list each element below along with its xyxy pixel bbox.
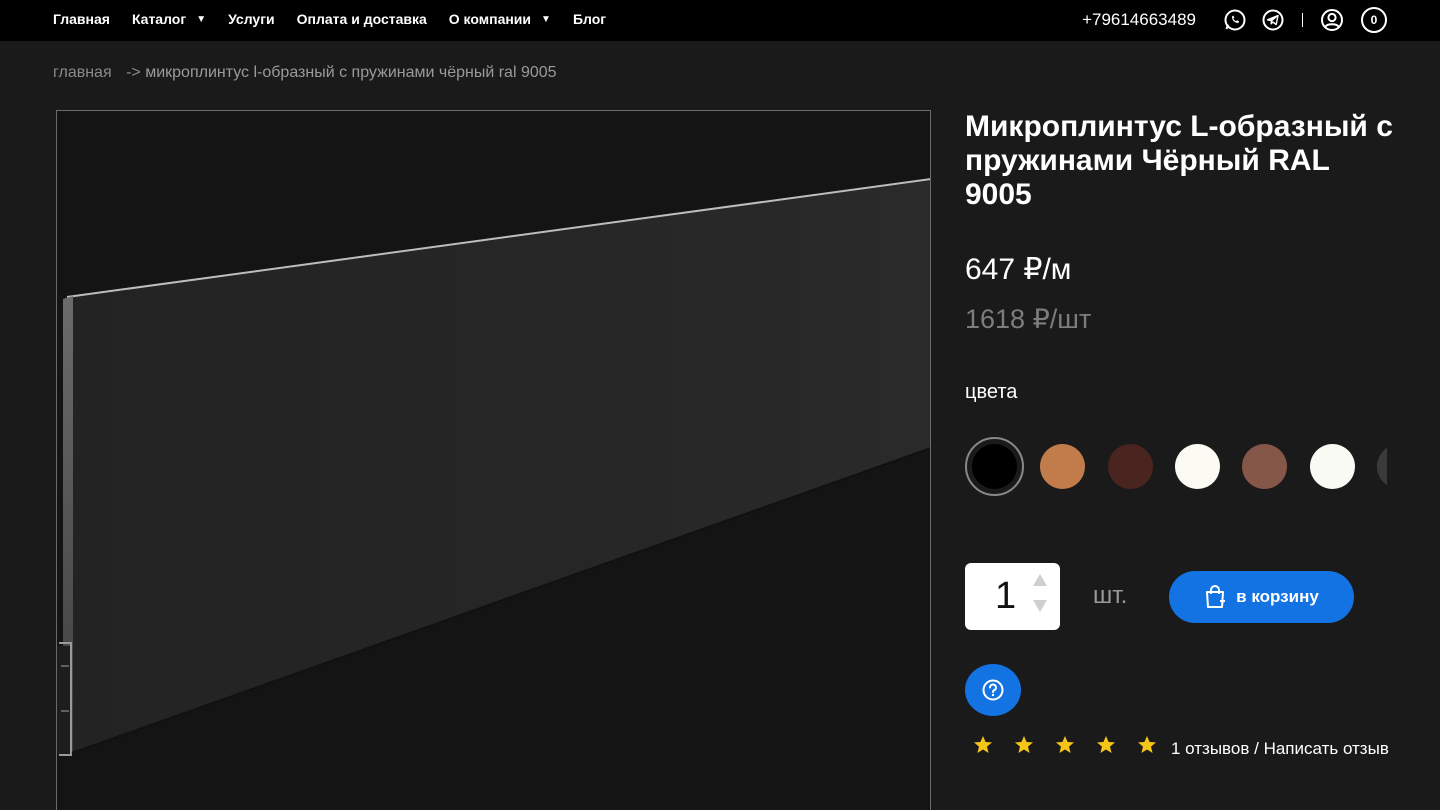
- nav-item-label: Каталог: [131, 11, 187, 27]
- color-swatches: [965, 437, 1387, 497]
- nav-item-label: О компании: [448, 11, 532, 27]
- main-nav: Главная Каталог ▼ Услуги Оплата и доставка О …: [53, 0, 628, 38]
- product-title: Микроплинтус L-образный с пружинами Чёрн…: [965, 110, 1393, 211]
- colors-label: цвета: [965, 381, 1018, 403]
- quantity-stepper[interactable]: 1: [965, 563, 1060, 630]
- top-right-bar: +79614663489 0: [1082, 0, 1387, 40]
- nav-item-label: Главная: [53, 11, 110, 27]
- question-icon: [982, 679, 1004, 701]
- reviews-count: 1 отзывов: [1171, 739, 1250, 758]
- product-price-per-piece: 1618 ₽/шт: [965, 304, 1092, 334]
- breadcrumb: главная -> микроплинтус l-образный с пру…: [53, 64, 557, 82]
- product-image-frame[interactable]: [56, 110, 931, 810]
- whatsapp-icon[interactable]: [1222, 7, 1248, 33]
- nav-item-label: Оплата и доставка: [296, 11, 427, 27]
- color-swatch[interactable]: [1242, 444, 1287, 489]
- user-icon[interactable]: [1319, 7, 1345, 33]
- nav-item-5[interactable]: Блог: [573, 11, 606, 27]
- top-bar: Главная Каталог ▼ Услуги Оплата и доставка О …: [0, 0, 1440, 41]
- add-to-cart-label: в корзину: [1236, 587, 1319, 606]
- chevron-down-icon: ▼: [196, 13, 207, 25]
- phone-link[interactable]: +79614663489: [1082, 10, 1196, 30]
- divider: [1302, 13, 1303, 27]
- nav-item-0[interactable]: Главная: [53, 11, 110, 27]
- telegram-icon[interactable]: [1260, 7, 1286, 33]
- product-price: 647 ₽/м: [965, 253, 1072, 286]
- quantity-increase-icon[interactable]: [1032, 573, 1048, 587]
- breadcrumb-separator: ->: [126, 64, 141, 81]
- nav-item-1[interactable]: Каталог ▼: [132, 11, 206, 27]
- color-swatch[interactable]: [1377, 444, 1387, 489]
- nav-item-2[interactable]: Услуги: [228, 11, 275, 27]
- write-review-link[interactable]: Написать отзыв: [1264, 739, 1389, 758]
- color-swatch[interactable]: [1175, 444, 1220, 489]
- shopping-bag-icon: [1206, 585, 1226, 608]
- cart-count-badge[interactable]: 0: [1361, 7, 1387, 33]
- quantity-decrease-icon[interactable]: [1032, 599, 1048, 613]
- quantity-unit: шт.: [1093, 582, 1128, 609]
- reviews-separator: /: [1249, 739, 1264, 758]
- color-swatch[interactable]: [1310, 444, 1355, 489]
- reviews-summary: 1 отзывов / Написать отзыв: [965, 733, 1395, 765]
- color-swatch[interactable]: [1040, 444, 1085, 489]
- breadcrumb-home-link[interactable]: главная: [53, 64, 112, 81]
- help-button[interactable]: [965, 664, 1021, 716]
- breadcrumb-current: микроплинтус l-образный с пружинами чёрн…: [145, 64, 557, 81]
- nav-item-label: Услуги: [228, 11, 275, 27]
- nav-item-4[interactable]: О компании ▼: [449, 11, 551, 27]
- color-swatch[interactable]: [965, 437, 1024, 496]
- chevron-down-icon: ▼: [541, 13, 551, 25]
- quantity-input[interactable]: 1: [995, 575, 1016, 618]
- nav-item-label: Блог: [572, 11, 607, 27]
- product-image: [57, 178, 930, 756]
- color-swatch[interactable]: [1108, 444, 1153, 489]
- add-to-cart-button[interactable]: в корзину: [1169, 571, 1354, 623]
- nav-item-3[interactable]: Оплата и доставка: [297, 11, 427, 27]
